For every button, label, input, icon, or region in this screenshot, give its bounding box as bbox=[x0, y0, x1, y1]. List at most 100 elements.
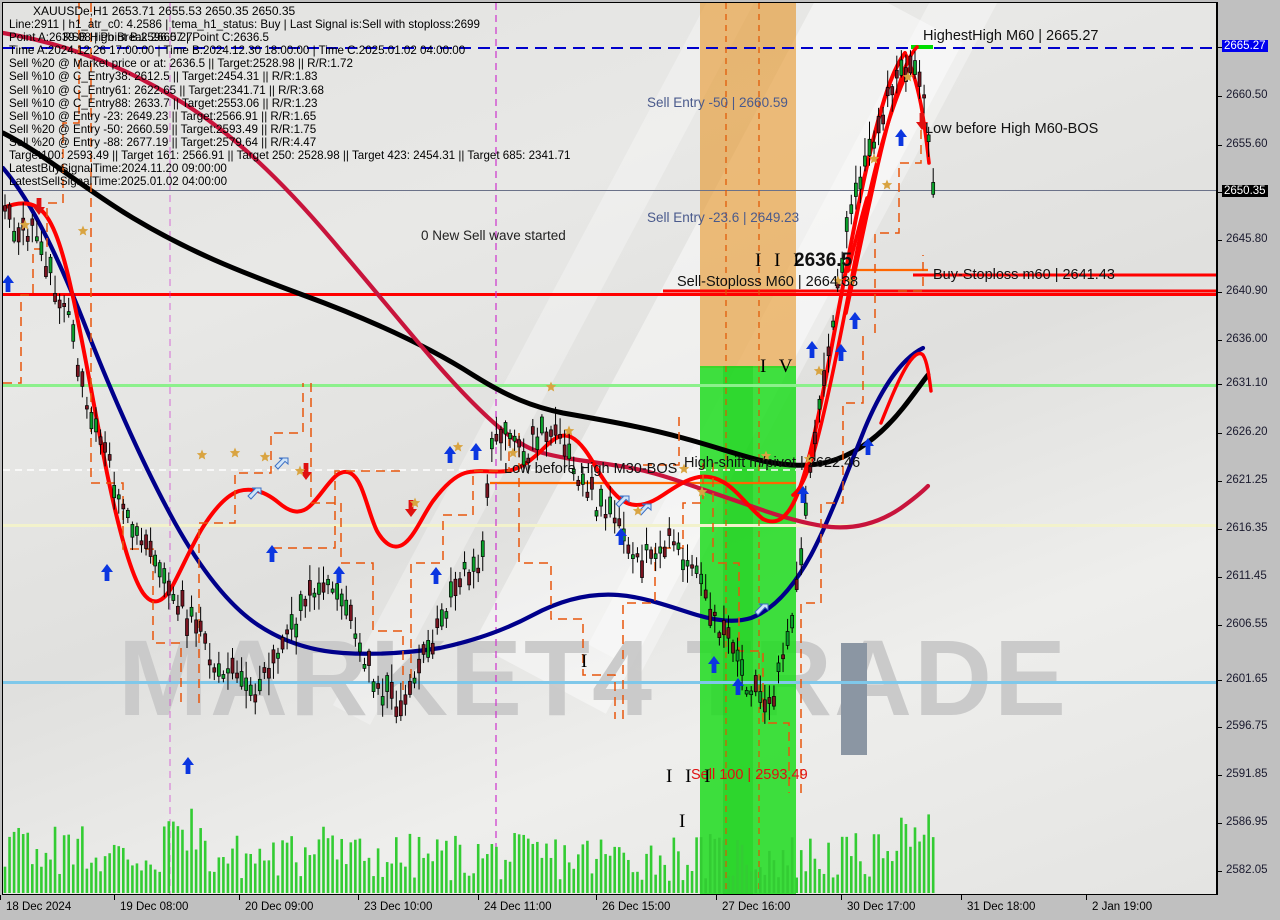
volume-bar bbox=[617, 847, 621, 893]
candle-body bbox=[790, 615, 795, 629]
candle-body bbox=[653, 553, 658, 559]
time-axis-label: 18 Dec 2024 bbox=[6, 901, 72, 913]
volume-bar bbox=[53, 826, 57, 893]
volume-bar bbox=[199, 828, 202, 893]
volume-bar bbox=[76, 838, 80, 893]
volume-bar bbox=[90, 862, 93, 893]
candle-body bbox=[530, 426, 535, 435]
price-axis-label: 2626.20 bbox=[1226, 426, 1268, 438]
candle-body bbox=[85, 405, 89, 410]
candle-body bbox=[298, 594, 303, 611]
candle-body bbox=[540, 416, 544, 434]
volume-bar bbox=[731, 875, 735, 893]
signal-star bbox=[259, 451, 271, 462]
candle-body bbox=[890, 86, 895, 96]
time-axis-tick bbox=[1086, 895, 1087, 900]
candle-body bbox=[121, 503, 126, 510]
volume-bar bbox=[299, 876, 303, 893]
volume-bar bbox=[62, 835, 66, 893]
candle-body bbox=[894, 69, 899, 79]
volume-bar bbox=[431, 861, 434, 893]
signal-star bbox=[77, 225, 89, 236]
volume-bar bbox=[863, 874, 867, 893]
candle-body bbox=[262, 667, 267, 673]
volume-bar bbox=[918, 841, 921, 893]
candle-body bbox=[112, 484, 117, 499]
volume-bar bbox=[162, 826, 166, 893]
volume-bar bbox=[12, 831, 16, 893]
volume-bar bbox=[340, 838, 343, 893]
price-axis-tick bbox=[1218, 240, 1222, 241]
candle-body bbox=[135, 526, 139, 536]
volume-bar bbox=[727, 876, 730, 893]
candle-body bbox=[535, 436, 540, 450]
volume-bar bbox=[558, 879, 562, 893]
volume-bar bbox=[408, 833, 412, 893]
volume-bar bbox=[422, 857, 425, 893]
candle-body bbox=[626, 544, 631, 554]
signal-star bbox=[545, 381, 557, 392]
candle-body bbox=[203, 633, 208, 644]
candle-body bbox=[658, 546, 663, 554]
volume-bar bbox=[267, 860, 271, 893]
candle-body bbox=[703, 589, 708, 599]
candle-body bbox=[44, 266, 48, 277]
volume-bar bbox=[850, 856, 853, 893]
candle-body bbox=[853, 182, 858, 197]
price-axis[interactable]: 2665.27 2660.50 2655.60 2650.35 2645.80 2640.… bbox=[1217, 2, 1278, 895]
volume-bar bbox=[194, 849, 198, 893]
candle-body bbox=[813, 431, 817, 445]
candle-body bbox=[103, 442, 107, 453]
candle-body bbox=[549, 429, 553, 437]
volume-bar bbox=[135, 863, 139, 893]
price-axis-tick bbox=[1218, 433, 1222, 434]
buy-arrow-up bbox=[182, 757, 194, 774]
info-line-0: Line:2911 | h1_atr_c0: 4.2586 | tema_h1_… bbox=[9, 18, 480, 32]
candle-body bbox=[649, 549, 653, 559]
candle-body bbox=[16, 227, 21, 243]
signal-star bbox=[196, 449, 208, 460]
wave-label-iii-bottom: I I I bbox=[666, 766, 715, 787]
volume-bar bbox=[677, 851, 680, 893]
volume-bar bbox=[608, 855, 612, 893]
volume-bar bbox=[395, 837, 398, 893]
volume-bar bbox=[704, 878, 707, 893]
volume-bar bbox=[508, 861, 512, 893]
candle-body bbox=[326, 578, 330, 586]
candle-body bbox=[731, 642, 735, 654]
time-axis-tick bbox=[0, 895, 1, 900]
candle-body bbox=[185, 618, 189, 636]
candle-body bbox=[98, 436, 103, 445]
chart-plot-area[interactable]: MARKET4 TRADE XAUUSDe,H1 2653.71 2655.53… bbox=[2, 2, 1217, 895]
volume-bar bbox=[486, 854, 489, 893]
time-axis[interactable]: 18 Dec 2024 19 Dec 08:00 20 Dec 09:00 23 De… bbox=[0, 895, 1278, 920]
time-axis-label: 19 Dec 08:00 bbox=[120, 901, 189, 913]
volume-bar bbox=[313, 854, 316, 893]
price-axis-label: 2606.55 bbox=[1226, 618, 1268, 630]
volume-bar bbox=[649, 845, 653, 893]
candle-body bbox=[776, 662, 781, 672]
price-axis-tick bbox=[1218, 823, 1222, 824]
candle-body bbox=[517, 439, 522, 448]
candle-body bbox=[512, 435, 517, 442]
candle-body bbox=[781, 654, 785, 660]
candle-body bbox=[435, 618, 440, 629]
volume-bar bbox=[190, 808, 193, 893]
candle-body bbox=[590, 476, 594, 490]
candle-body bbox=[844, 217, 849, 232]
volume-bar bbox=[381, 876, 384, 893]
candle-body bbox=[394, 706, 399, 717]
volume-bar bbox=[890, 861, 894, 893]
volume-bar bbox=[563, 845, 566, 893]
volume-bar bbox=[153, 869, 157, 893]
candle-body bbox=[722, 620, 726, 636]
candle-body bbox=[153, 554, 157, 567]
volume-bar bbox=[577, 854, 580, 893]
volume-bar bbox=[140, 870, 143, 893]
volume-bar bbox=[176, 826, 180, 893]
candle-body bbox=[544, 431, 549, 442]
volume-bar bbox=[253, 863, 257, 893]
low-before-high-m30-annotation: Low before High M30-BOS bbox=[504, 461, 678, 477]
candle-body bbox=[762, 699, 767, 713]
volume-bar bbox=[672, 837, 676, 893]
